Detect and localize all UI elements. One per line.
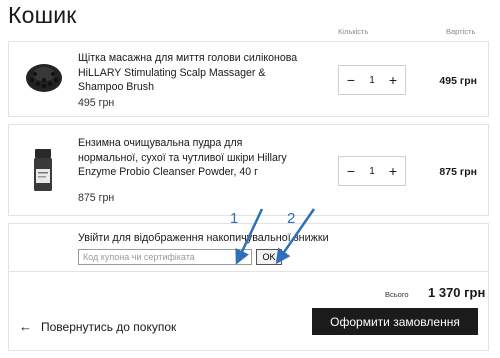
checkout-button[interactable]: Оформити замовлення	[312, 308, 478, 335]
continue-shopping-link[interactable]: ← Повернутись до покупок	[19, 319, 176, 334]
annotation-arrow-2	[275, 208, 316, 265]
total-label: Всього	[385, 290, 409, 299]
total-value: 1 370 грн	[428, 285, 486, 300]
continue-shopping-label: Повернутись до покупок	[41, 319, 177, 334]
annotation-arrow-1	[235, 208, 264, 265]
annotation-marker-2: 2	[287, 210, 296, 227]
order-summary: Всього 1 370 грн ← Повернутись до покупо…	[8, 271, 489, 351]
annotation-marker-1: 1	[230, 210, 239, 227]
arrow-left-icon: ←	[19, 319, 32, 334]
